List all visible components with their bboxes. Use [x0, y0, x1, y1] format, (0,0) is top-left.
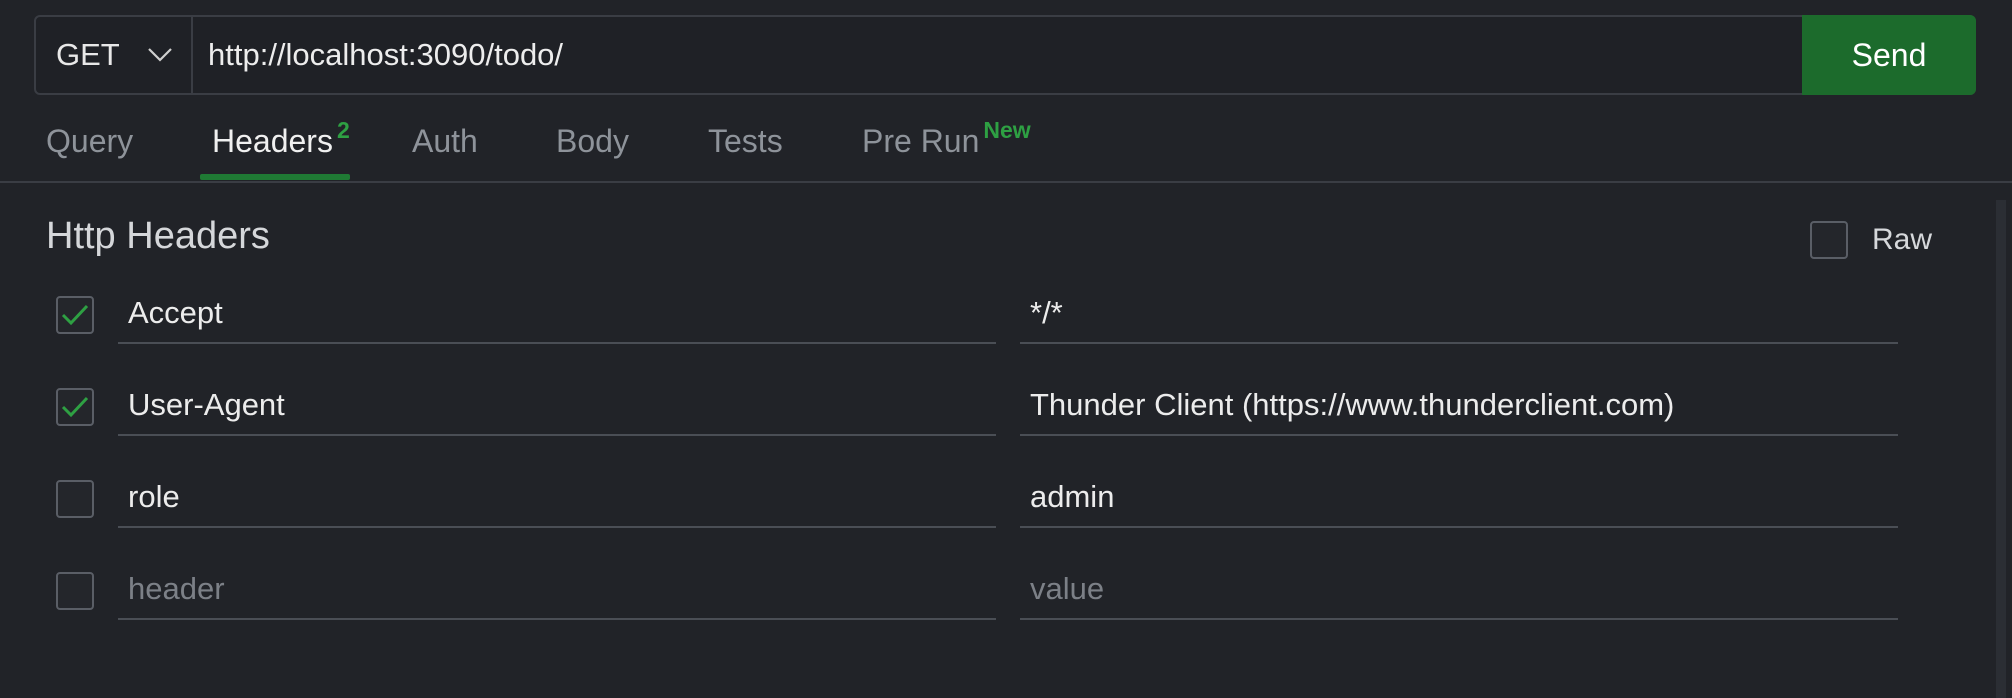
header-value-placeholder: value	[1030, 571, 1105, 606]
header-key-value: Accept	[128, 295, 223, 330]
tab-label: Pre Run	[862, 123, 980, 159]
tab-badge: New	[983, 117, 1031, 143]
send-button[interactable]: Send	[1802, 15, 1976, 95]
header-key-input[interactable]: Accept	[118, 284, 996, 344]
tab-body[interactable]: Body	[556, 123, 629, 160]
header-enabled-checkbox[interactable]	[56, 388, 94, 426]
request-bar: GET http://localhost:3090/todo/ Send	[34, 15, 1976, 95]
header-value-input[interactable]: admin	[1020, 468, 1898, 528]
checkmark-icon	[61, 396, 89, 418]
url-input[interactable]: http://localhost:3090/todo/	[193, 17, 1802, 93]
header-value-value: */*	[1030, 295, 1063, 330]
header-enabled-checkbox[interactable]	[56, 572, 94, 610]
tab-label: Auth	[412, 123, 478, 159]
header-row: Accept */*	[56, 295, 1900, 368]
tab-label: Query	[46, 123, 134, 159]
url-value: http://localhost:3090/todo/	[208, 37, 564, 72]
header-row: role admin	[56, 479, 1900, 552]
tab-tests[interactable]: Tests	[708, 123, 783, 160]
scrollbar[interactable]	[1996, 200, 2006, 698]
tab-label: Headers	[212, 123, 333, 159]
tab-pre-run[interactable]: Pre Run New	[862, 117, 1031, 160]
active-tab-indicator	[200, 174, 350, 180]
raw-toggle[interactable]: Raw	[1810, 221, 1932, 259]
method-value: GET	[56, 37, 120, 72]
raw-checkbox[interactable]	[1810, 221, 1848, 259]
tab-headers[interactable]: Headers 2	[212, 117, 350, 160]
header-key-value: role	[128, 479, 180, 514]
tab-badge: 2	[336, 117, 350, 143]
header-key-value: User-Agent	[128, 387, 285, 422]
request-tabs: Query Headers 2 Auth Body Tests Pre Run Ne…	[0, 105, 2012, 183]
raw-label: Raw	[1872, 223, 1933, 256]
header-row: User-Agent Thunder Client (https://www.t…	[56, 387, 1900, 460]
header-enabled-checkbox[interactable]	[56, 296, 94, 334]
checkmark-icon	[61, 304, 89, 326]
header-value-input[interactable]: value	[1020, 560, 1898, 620]
header-value-value: admin	[1030, 479, 1115, 514]
tab-auth[interactable]: Auth	[412, 123, 478, 160]
header-enabled-checkbox[interactable]	[56, 480, 94, 518]
header-key-input[interactable]: role	[118, 468, 996, 528]
panel-title: Http Headers	[46, 215, 270, 257]
header-value-input[interactable]: Thunder Client (https://www.thunderclien…	[1020, 376, 1898, 436]
header-key-input[interactable]: User-Agent	[118, 376, 996, 436]
header-value-input[interactable]: */*	[1020, 284, 1898, 344]
header-key-input[interactable]: header	[118, 560, 996, 620]
header-key-placeholder: header	[128, 571, 225, 606]
tab-label: Body	[556, 123, 629, 159]
method-select[interactable]: GET	[36, 17, 193, 93]
chevron-down-icon	[148, 48, 172, 62]
tab-query[interactable]: Query	[46, 123, 133, 160]
tab-label: Tests	[708, 123, 783, 159]
header-row-new: header value	[56, 571, 1900, 644]
header-value-value: Thunder Client (https://www.thunderclien…	[1030, 387, 1675, 422]
